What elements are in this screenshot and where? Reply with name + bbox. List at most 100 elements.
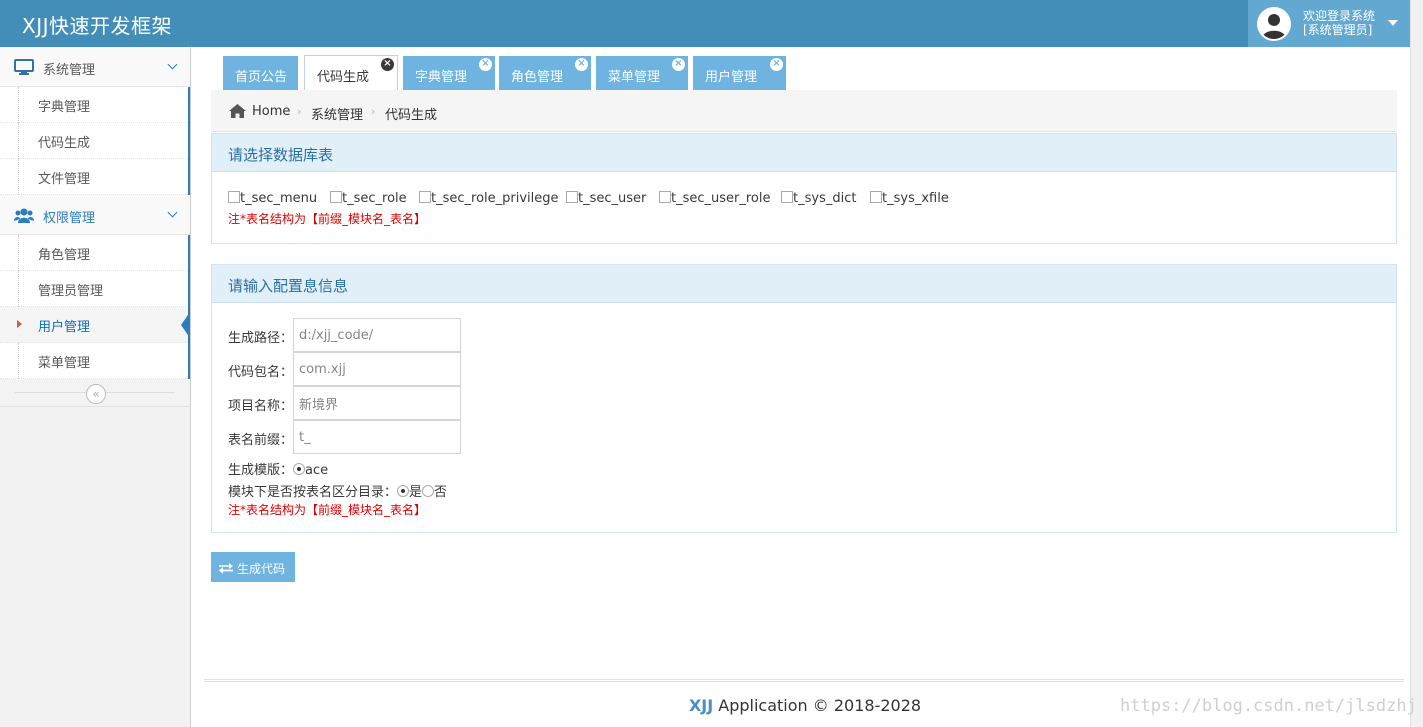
table-checkbox[interactable]: t_sec_user_role xyxy=(659,191,771,206)
close-icon[interactable]: × xyxy=(479,58,492,71)
tab-label: 角色管理 xyxy=(511,70,564,85)
footer-text: Application © 2018-2028 xyxy=(718,696,922,715)
sidebar: 系统管理 字典管理 代码生成 文件管理 权限管理 角色管理 管理员管理 用户管理… xyxy=(0,47,191,727)
table-checkbox[interactable]: t_sys_dict xyxy=(781,191,856,206)
welcome-line2: [系统管理员] xyxy=(1303,23,1373,37)
active-arrow-icon xyxy=(17,320,22,328)
checkbox[interactable] xyxy=(228,191,240,203)
table-checkbox[interactable]: t_sec_menu xyxy=(228,191,317,206)
active-pointer xyxy=(181,312,190,338)
checkbox-label: t_sec_user_role xyxy=(671,191,771,206)
close-icon[interactable]: × xyxy=(575,58,588,71)
checkbox-label: t_sec_menu xyxy=(240,191,318,206)
tab-menus[interactable]: 菜单管理 × xyxy=(596,56,688,90)
breadcrumb-system[interactable]: 系统管理 xyxy=(311,104,363,123)
page-scrollbar[interactable] xyxy=(1410,0,1423,727)
sidebar-item-admins[interactable]: 管理员管理 xyxy=(0,271,188,307)
home-icon[interactable] xyxy=(229,104,246,122)
desktop-icon xyxy=(14,59,34,79)
panel-title: 请选择数据库表 xyxy=(212,134,1396,172)
breadcrumb-current: 代码生成 xyxy=(385,108,438,123)
table-checkbox[interactable]: t_sec_role_privilege xyxy=(419,191,559,206)
checkbox-label: t_sec_user xyxy=(578,191,647,206)
breadcrumb-home-link[interactable]: Home xyxy=(252,104,290,119)
sidebar-group-system[interactable]: 系统管理 xyxy=(0,47,190,87)
sidebar-item-label: 管理员管理 xyxy=(38,284,104,299)
tab-roles[interactable]: 角色管理 × xyxy=(499,56,591,90)
close-icon[interactable]: × xyxy=(381,58,394,71)
sidebar-item-codegen[interactable]: 代码生成 xyxy=(0,123,188,159)
sidebar-item-label: 菜单管理 xyxy=(38,356,91,371)
close-icon[interactable]: × xyxy=(672,58,685,71)
radio-label: 是 xyxy=(409,485,423,500)
project-name-input[interactable] xyxy=(293,386,461,420)
collapse-sidebar-icon[interactable]: « xyxy=(86,384,106,404)
sidebar-item-label: 代码生成 xyxy=(38,136,91,151)
table-name-note: 注*表名结构为【前缀_模块名_表名】 xyxy=(228,212,427,226)
checkbox[interactable] xyxy=(419,191,431,203)
avatar-icon xyxy=(1257,7,1291,41)
user-menu[interactable]: 欢迎登录系统 [系统管理员] xyxy=(1248,0,1410,47)
checkbox[interactable] xyxy=(659,191,671,203)
top-navbar: XJJ快速开发框架 欢迎登录系统 [系统管理员] xyxy=(0,0,1410,47)
config-panel: 请输入配置息信息 生成路径： 代码包名： 项目名称： 表名前缀： 生成模版： ac… xyxy=(211,264,1397,533)
tab-users[interactable]: 用户管理 × xyxy=(693,56,786,90)
chevron-down-icon xyxy=(167,207,178,218)
field-label: 生成模版： xyxy=(228,463,294,478)
tab-label: 菜单管理 xyxy=(608,70,661,85)
app-brand[interactable]: XJJ快速开发框架 xyxy=(22,10,172,39)
checkbox-label: t_sys_xfile xyxy=(882,191,949,206)
field-label: 项目名称： xyxy=(228,399,294,414)
sidebar-group-label: 系统管理 xyxy=(43,63,96,78)
tab-label: 代码生成 xyxy=(317,70,370,85)
checkbox[interactable] xyxy=(870,191,882,203)
template-radio[interactable] xyxy=(293,463,306,475)
tab-home-notice[interactable]: 首页公告 xyxy=(223,56,298,90)
package-name-input[interactable] xyxy=(293,352,461,386)
welcome-line1: 欢迎登录系统 xyxy=(1303,9,1376,23)
checkbox[interactable] xyxy=(566,191,578,203)
sidebar-item-label: 字典管理 xyxy=(38,100,91,115)
table-checkbox[interactable]: t_sys_xfile xyxy=(870,191,949,206)
table-checkbox[interactable]: t_sec_role xyxy=(330,191,407,206)
tab-dict[interactable]: 字典管理 × xyxy=(403,56,495,90)
checkbox-label: t_sec_role xyxy=(342,191,407,206)
table-prefix-input[interactable] xyxy=(293,420,461,454)
welcome-text: 欢迎登录系统 [系统管理员] xyxy=(1303,9,1375,37)
output-path-input[interactable] xyxy=(293,318,461,352)
watermark: https://blog.csdn.net/jlsdzhj xyxy=(1120,696,1417,716)
sidebar-group-permission[interactable]: 权限管理 xyxy=(0,195,190,235)
field-label: 模块下是否按表名区分目录： xyxy=(228,485,398,500)
table-checkbox[interactable]: t_sec_user xyxy=(566,191,646,206)
sidebar-submenu-system: 字典管理 代码生成 文件管理 xyxy=(0,87,190,195)
footer-brand: XJJ xyxy=(688,696,714,715)
sidebar-item-label: 角色管理 xyxy=(38,248,91,263)
checkbox-label: t_sec_role_privilege xyxy=(431,191,559,206)
caret-down-icon[interactable] xyxy=(1388,20,1398,26)
checkbox-label: t_sys_dict xyxy=(793,191,857,206)
users-icon xyxy=(14,207,34,227)
sidebar-submenu-permission: 角色管理 管理员管理 用户管理 菜单管理 xyxy=(0,235,190,379)
template-radio-row: 生成模版： ace xyxy=(228,459,328,478)
sidebar-item-files[interactable]: 文件管理 xyxy=(0,159,188,195)
sidebar-item-label: 文件管理 xyxy=(38,172,91,187)
chevron-right-icon: › xyxy=(297,105,302,118)
dir-yes-radio[interactable] xyxy=(397,485,410,497)
tab-label: 首页公告 xyxy=(235,70,288,85)
button-label: 生成代码 xyxy=(237,562,286,576)
chevron-right-icon: › xyxy=(371,105,376,118)
tab-codegen[interactable]: 代码生成 × xyxy=(304,55,398,90)
chevron-down-icon xyxy=(167,59,178,70)
sidebar-item-menus[interactable]: 菜单管理 xyxy=(0,343,188,379)
exchange-icon xyxy=(219,563,233,578)
checkbox[interactable] xyxy=(330,191,342,203)
sidebar-item-roles[interactable]: 角色管理 xyxy=(0,235,188,271)
checkbox[interactable] xyxy=(781,191,793,203)
sidebar-item-users[interactable]: 用户管理 xyxy=(0,307,190,343)
table-name-note: 注*表名结构为【前缀_模块名_表名】 xyxy=(228,503,427,517)
generate-code-button[interactable]: 生成代码 xyxy=(211,552,295,582)
dir-no-radio[interactable] xyxy=(422,485,435,497)
close-icon[interactable]: × xyxy=(770,58,783,71)
sidebar-item-dict[interactable]: 字典管理 xyxy=(0,87,188,123)
footer-divider xyxy=(204,679,1404,682)
